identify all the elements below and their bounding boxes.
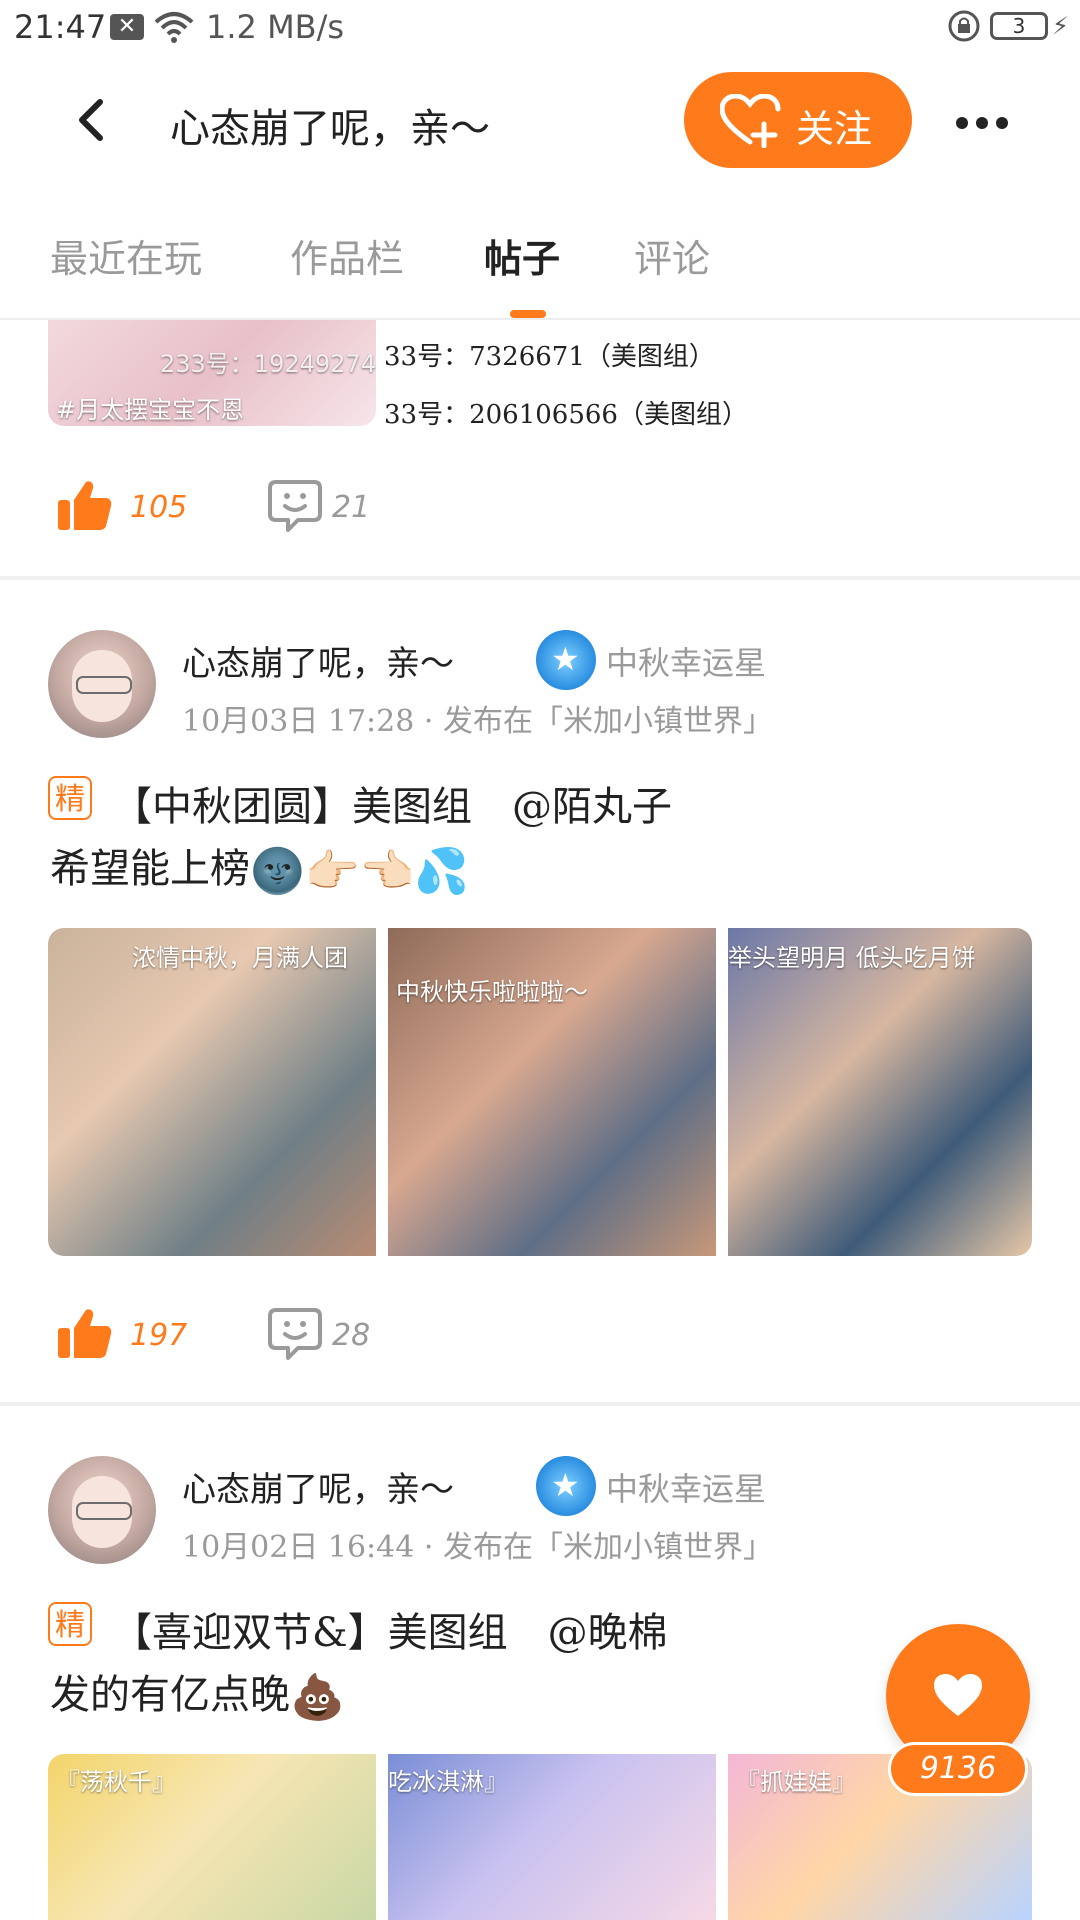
like-count: 197 bbox=[130, 1318, 188, 1353]
heart-plus-icon bbox=[719, 93, 782, 157]
featured-tag: 精 bbox=[48, 1602, 92, 1646]
moon-festival-star-badge-icon bbox=[536, 1456, 596, 1516]
member-id-line: 33号：206106566（美图组） bbox=[384, 400, 748, 430]
notification-close-icon: ✕ bbox=[110, 14, 144, 40]
post-emojis: 🌚👉🏻👈🏻💦 bbox=[250, 846, 470, 897]
post-title[interactable]: 【喜迎双节&】美图组 @晚棉 bbox=[112, 1600, 668, 1658]
tab-recently-played[interactable]: 最近在玩 bbox=[50, 228, 202, 283]
avatar[interactable] bbox=[48, 630, 156, 738]
more-options-icon[interactable] bbox=[956, 114, 1016, 133]
moon-festival-star-badge-icon bbox=[536, 630, 596, 690]
post-body-line[interactable]: 希望能上榜🌚👉🏻👈🏻💦 bbox=[50, 836, 469, 897]
post-image[interactable]: 233号：192492745 #月太摆宝宝不恩 bbox=[48, 320, 376, 426]
tab-posts[interactable]: 帖子 bbox=[484, 228, 560, 283]
author-name[interactable]: 心态崩了呢，亲～ bbox=[182, 636, 454, 685]
comment-count: 28 bbox=[332, 1318, 371, 1353]
author-name[interactable]: 心态崩了呢，亲～ bbox=[182, 1462, 454, 1511]
image-caption: 中秋快乐啦啦啦～ bbox=[396, 978, 588, 1006]
comment-icon[interactable] bbox=[268, 478, 322, 538]
post-body-text: 希望能上榜 bbox=[50, 846, 250, 892]
post-image[interactable]: 举头望明月 低头吃月饼 bbox=[728, 928, 1032, 1256]
tab-works[interactable]: 作品栏 bbox=[290, 228, 404, 283]
featured-tag: 精 bbox=[48, 776, 92, 820]
total-likes-count: 9136 bbox=[888, 1742, 1028, 1796]
heart-icon bbox=[932, 1672, 984, 1722]
wifi-icon bbox=[154, 10, 194, 48]
network-speed: 1.2 MB/s bbox=[206, 8, 345, 46]
image-caption: 浓情中秋，月满人团 bbox=[132, 944, 348, 972]
post-stats: 105 21 bbox=[56, 478, 456, 538]
image-caption: 吃冰淇淋』 bbox=[388, 1768, 508, 1796]
avatar[interactable] bbox=[48, 1456, 156, 1564]
status-time: 21:47 bbox=[14, 8, 107, 46]
post-image[interactable]: 浓情中秋，月满人团 bbox=[48, 928, 376, 1256]
rotation-lock-icon bbox=[948, 10, 980, 46]
thumbs-up-icon[interactable] bbox=[56, 478, 112, 538]
tab-comments[interactable]: 评论 bbox=[634, 228, 710, 283]
image-caption: 举头望明月 低头吃月饼 bbox=[728, 944, 976, 972]
thumbs-up-icon[interactable] bbox=[56, 1306, 112, 1366]
badge-label: 中秋幸运星 bbox=[606, 644, 767, 682]
profile-tabs: 最近在玩 作品栏 帖子 评论 bbox=[0, 214, 1080, 320]
post-body-text: 发的有亿点晚 bbox=[50, 1672, 290, 1718]
post-meta[interactable]: 10月03日 17:28 · 发布在「米加小镇世界」 bbox=[182, 696, 773, 740]
post-divider bbox=[0, 576, 1080, 580]
back-arrow-icon[interactable] bbox=[76, 98, 104, 146]
charging-icon: ⚡ bbox=[1052, 12, 1069, 40]
like-count: 105 bbox=[130, 490, 188, 525]
profile-header: 心态崩了呢，亲～ 关注 bbox=[0, 60, 1080, 180]
comment-count: 21 bbox=[332, 490, 371, 525]
post-stats: 197 28 bbox=[56, 1306, 456, 1366]
active-tab-indicator bbox=[510, 310, 546, 318]
badge-label: 中秋幸运星 bbox=[606, 1470, 767, 1508]
post-image[interactable]: 中秋快乐啦啦啦～ bbox=[388, 928, 716, 1256]
post-title[interactable]: 【中秋团圆】美图组 @陌丸子 bbox=[112, 774, 672, 832]
post-emojis: 💩 bbox=[290, 1672, 345, 1723]
member-id-line: 33号：7326671（美图组） bbox=[384, 342, 715, 372]
follow-button[interactable]: 关注 bbox=[684, 72, 912, 168]
status-bar: 21:47 ✕ 1.2 MB/s 3 ⚡ bbox=[0, 0, 1080, 54]
image-caption: 『抓娃娃』 bbox=[736, 1768, 856, 1796]
image-watermark: 233号：192492745 bbox=[160, 350, 376, 378]
follow-label: 关注 bbox=[796, 107, 873, 151]
post-body-line[interactable]: 发的有亿点晚💩 bbox=[50, 1662, 345, 1723]
post-meta[interactable]: 10月02日 16:44 · 发布在「米加小镇世界」 bbox=[182, 1522, 773, 1566]
post-image[interactable]: 吃冰淇淋』 bbox=[388, 1754, 716, 1920]
post-divider bbox=[0, 1402, 1080, 1406]
post-image[interactable]: 『荡秋千』 bbox=[48, 1754, 376, 1920]
page-title: 心态崩了呢，亲～ bbox=[170, 106, 490, 152]
battery-indicator: 3 bbox=[990, 12, 1048, 40]
comment-icon[interactable] bbox=[268, 1306, 322, 1366]
image-caption: 『荡秋千』 bbox=[56, 1768, 176, 1796]
image-caption: #月太摆宝宝不恩 bbox=[56, 396, 245, 424]
